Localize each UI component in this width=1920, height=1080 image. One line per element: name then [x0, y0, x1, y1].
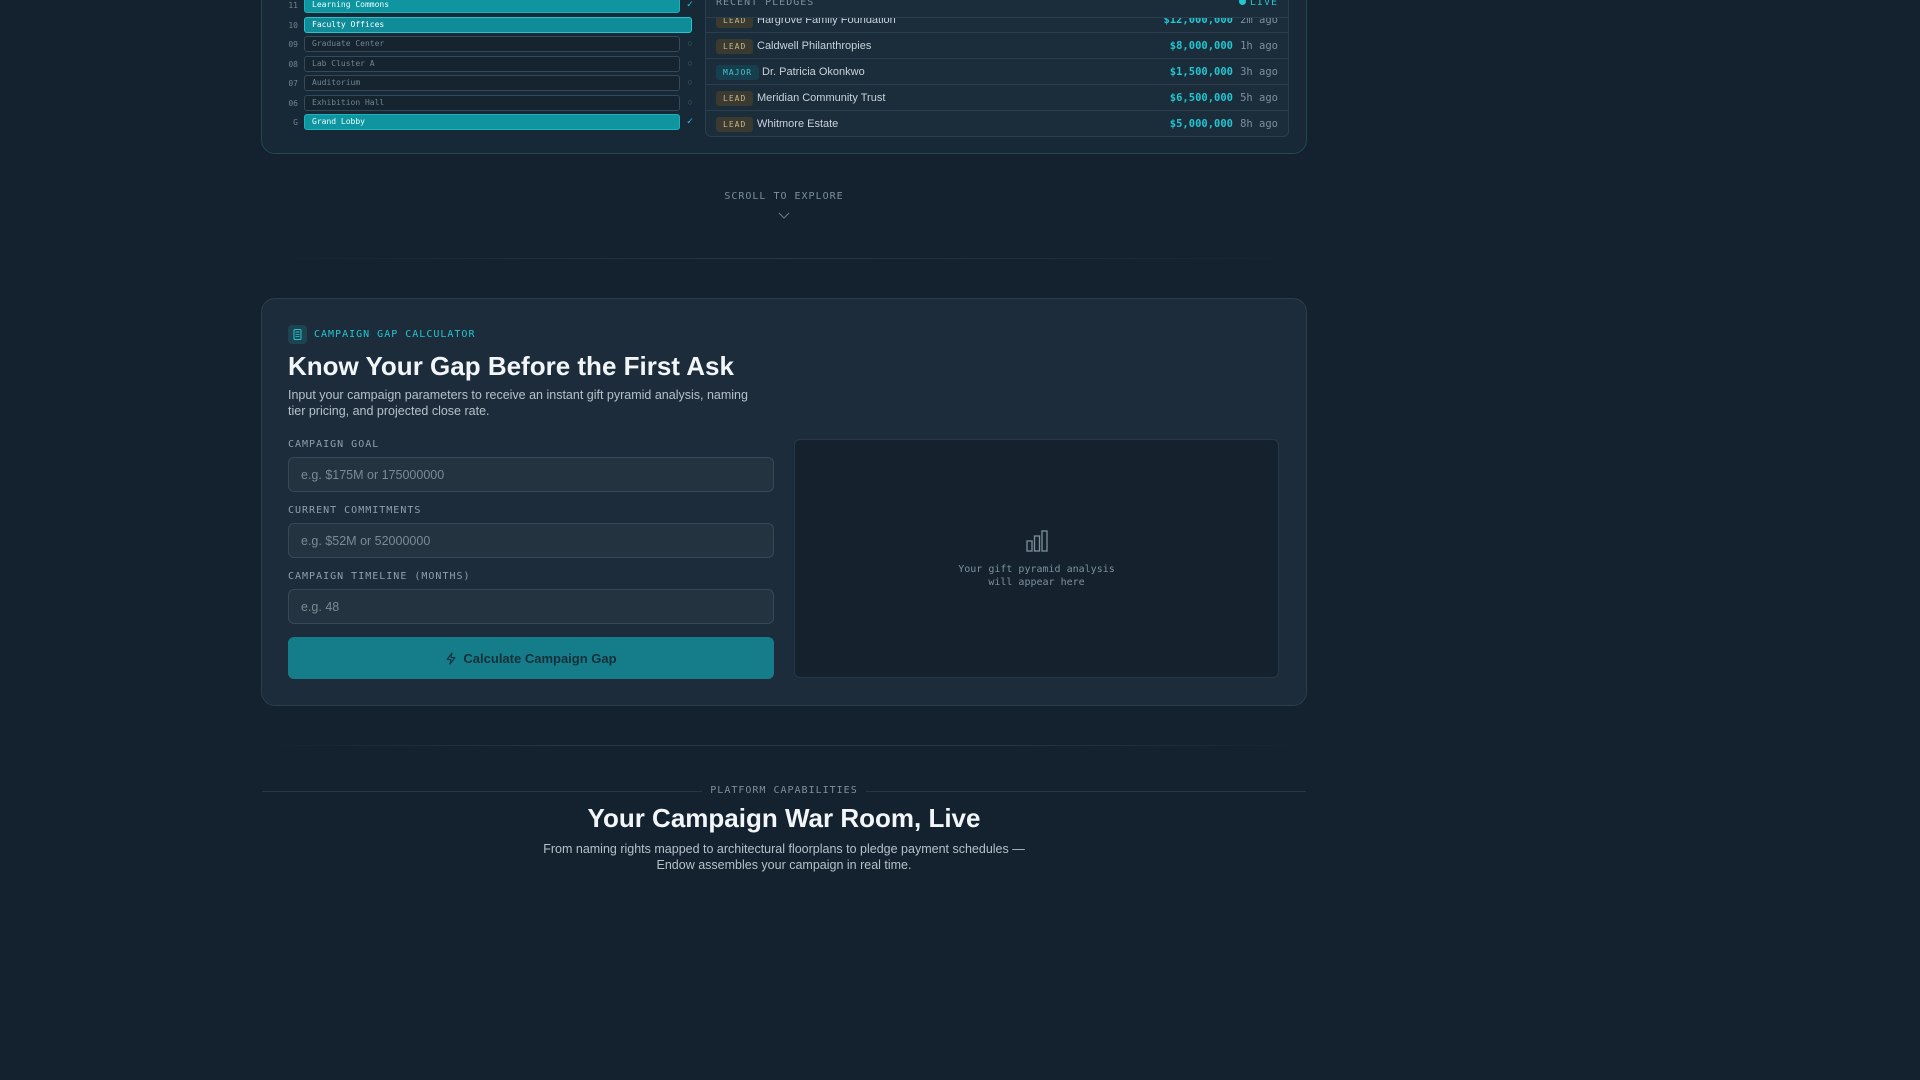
campaign-goal-label: CAMPAIGN GOAL — [288, 439, 380, 450]
floor-bar[interactable]: Grand Lobby — [304, 114, 680, 130]
capabilities-description-line: From naming rights mapped to architectur… — [543, 842, 1025, 856]
current-commitments-label: CURRENT COMMITMENTS — [288, 505, 422, 516]
tier-badge: LEAD — [716, 117, 754, 132]
tier-badge: LEAD — [716, 91, 754, 106]
result-placeholder-line: will appear here — [988, 577, 1085, 588]
pledge-time: 8h ago — [1240, 118, 1278, 130]
pledges-title: RECENT PLEDGES — [716, 0, 815, 8]
campaign-timeline-label: CAMPAIGN TIMELINE (MONTHS) — [288, 571, 471, 582]
result-placeholder: Your gift pyramid analysis will appear h… — [794, 563, 1279, 589]
pledge-time: 1h ago — [1240, 40, 1278, 52]
floor-bar[interactable]: Lab Cluster A — [304, 56, 680, 72]
pledge-row[interactable]: LEAD Whitmore Estate $5,000,000 8h ago — [706, 111, 1288, 136]
floor-number: G — [293, 118, 298, 127]
pledge-time: 3h ago — [1240, 66, 1278, 78]
recent-pledges-feed: RECENT PLEDGES LIVE LEAD Hargrove Family… — [705, 0, 1289, 137]
live-indicator: LIVE — [1238, 0, 1278, 8]
scroll-hint: SCROLL TO EXPLORE — [724, 191, 844, 202]
floor-number: 10 — [288, 21, 298, 30]
donor-name: Dr. Patricia Okonkwo — [762, 66, 865, 78]
floor-number: 09 — [288, 40, 298, 49]
floor-bar[interactable]: Learning Commons — [304, 0, 680, 13]
pledge-row[interactable]: LEAD Caldwell Philanthropies $8,000,000 … — [706, 33, 1288, 59]
calculator-description: Input your campaign parameters to receiv… — [288, 388, 748, 418]
pledge-amount: $6,500,000 — [1169, 92, 1233, 104]
section-divider — [262, 258, 1306, 259]
chevron-down-icon[interactable] — [778, 210, 790, 220]
calculate-button-label: Calculate Campaign Gap — [463, 650, 617, 666]
calculator-title: Know Your Gap Before the First Ask — [288, 351, 734, 381]
floor-row[interactable]: 09 Graduate Center ○ — [284, 36, 696, 53]
donor-name: Whitmore Estate — [757, 118, 839, 130]
floor-row[interactable]: 07 Auditorium ○ — [284, 75, 696, 92]
pledges-header: RECENT PLEDGES LIVE — [706, 0, 1288, 18]
capabilities-description: From naming rights mapped to architectur… — [0, 841, 1568, 873]
floor-number: 06 — [288, 99, 298, 108]
tier-badge: LEAD — [716, 39, 754, 54]
check-icon: ✓ — [686, 116, 694, 126]
capabilities-title: Your Campaign War Room, Live — [587, 803, 981, 833]
floor-bar[interactable]: Exhibition Hall — [304, 95, 680, 111]
capabilities-tag: PLATFORM CAPABILITIES — [0, 785, 1568, 796]
capabilities-tag-label: PLATFORM CAPABILITIES — [702, 785, 866, 796]
pledge-row[interactable]: MAJOR Dr. Patricia Okonkwo $1,500,000 3h… — [706, 59, 1288, 85]
check-icon: ✓ — [686, 0, 694, 9]
floor-number: 08 — [288, 60, 298, 69]
circle-icon: ○ — [687, 97, 693, 107]
donor-name: Caldwell Philanthropies — [757, 40, 872, 52]
floor-bar[interactable]: Faculty Offices — [304, 17, 692, 33]
floor-row[interactable]: G Grand Lobby ✓ — [284, 114, 696, 131]
bar-chart-icon — [1026, 530, 1048, 552]
floor-bar[interactable]: Auditorium — [304, 75, 680, 91]
capabilities-description-line: Endow assembles your campaign in real ti… — [656, 858, 912, 872]
circle-icon: ○ — [687, 77, 693, 87]
floor-row[interactable]: 08 Lab Cluster A ○ — [284, 56, 696, 73]
calculator-icon — [288, 325, 307, 344]
calculator-tag: CAMPAIGN GAP CALCULATOR — [314, 329, 476, 340]
calculate-campaign-gap-button[interactable]: Calculate Campaign Gap — [288, 637, 774, 679]
result-placeholder-line: Your gift pyramid analysis — [958, 564, 1115, 575]
section-divider — [262, 745, 1306, 746]
floor-bar[interactable]: Graduate Center — [304, 36, 680, 52]
floor-row[interactable]: 11 Learning Commons ✓ — [284, 0, 696, 14]
floor-number: 11 — [288, 1, 298, 10]
circle-icon: ○ — [687, 58, 693, 68]
live-label: LIVE — [1249, 0, 1278, 8]
live-dot-icon — [1238, 0, 1246, 5]
pledge-amount: $1,500,000 — [1169, 66, 1233, 78]
floor-row[interactable]: 06 Exhibition Hall ○ — [284, 95, 696, 112]
donor-name: Meridian Community Trust — [757, 92, 886, 104]
floor-row[interactable]: 10 Faculty Offices — [284, 17, 696, 34]
circle-icon: ○ — [687, 38, 693, 48]
pledge-time: 5h ago — [1240, 92, 1278, 104]
current-commitments-input[interactable] — [288, 523, 774, 558]
bolt-icon — [446, 651, 456, 665]
pledge-amount: $5,000,000 — [1169, 118, 1233, 130]
pledge-amount: $8,000,000 — [1169, 40, 1233, 52]
floor-number: 07 — [288, 79, 298, 88]
pledge-row[interactable]: LEAD Meridian Community Trust $6,500,000… — [706, 85, 1288, 111]
campaign-timeline-input[interactable] — [288, 589, 774, 624]
gift-pyramid-result-panel — [794, 439, 1279, 678]
tier-badge: MAJOR — [716, 65, 760, 80]
campaign-goal-input[interactable] — [288, 457, 774, 492]
